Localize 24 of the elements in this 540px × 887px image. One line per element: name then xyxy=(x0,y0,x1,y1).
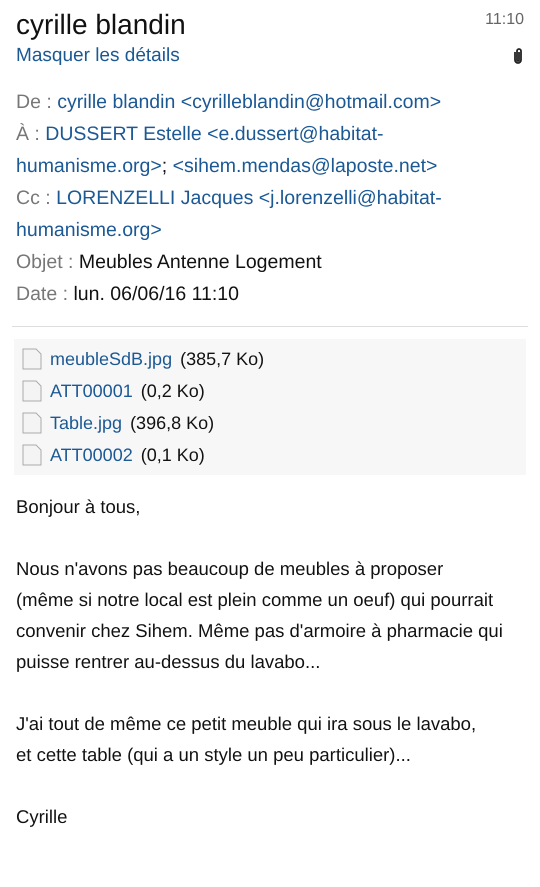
body-paragraph: Cyrille xyxy=(16,805,68,830)
file-size: (385,7 Ko) xyxy=(180,348,264,372)
recipient-line: De : cyrille blandin <cyrilleblandin@hotmail.com> xyxy=(16,90,442,116)
attachment-link[interactable]: ATT00002 xyxy=(50,439,133,472)
file-size: (0,2 Ko) xyxy=(140,380,205,404)
file-icon xyxy=(22,444,42,466)
header-line: Objet : Meubles Antenne Logement xyxy=(16,250,323,276)
body-paragraph: Bonjour à tous, xyxy=(16,495,142,520)
file-icon xyxy=(22,380,42,402)
hide-details-link[interactable]: Masquer les détails xyxy=(16,42,180,70)
file-size: (396,8 Ko) xyxy=(130,412,214,436)
body-paragraph: J'ai tout de même ce petit meuble qui ira sous le lavabo, et cette table (qui a un style un peu particulier)... xyxy=(16,712,478,768)
file-icon xyxy=(22,348,42,370)
recipient-line: Cc : LORENZELLI Jacques <j.lorenzelli@habitat-humanisme.org> xyxy=(16,186,443,244)
recipient-line: À : DUSSERT Estelle <e.dussert@habitat-humanisme.org>; <sihem.mendas@laposte.net> xyxy=(16,122,438,180)
time-label: 11:10 xyxy=(485,10,524,30)
sender-name: cyrille blandin xyxy=(16,8,186,42)
file-size: (0,1 Ko) xyxy=(140,444,205,468)
body-paragraph: Nous n'avons pas beaucoup de meubles à proposer (même si notre local est plein comme un oeuf) qui pourrait convenir chez Sihem. Même pas d'armoire à pharmacie qui puisse rentrer au-dessus du lavabo... xyxy=(16,557,504,674)
attachment-link[interactable]: meubleSdB.jpg xyxy=(50,343,172,376)
attachment-link[interactable]: ATT00001 xyxy=(50,375,133,408)
header-line: Date : lun. 06/06/16 11:10 xyxy=(16,282,240,308)
file-icon xyxy=(22,412,42,434)
attachment-link[interactable]: Table.jpg xyxy=(50,407,122,440)
